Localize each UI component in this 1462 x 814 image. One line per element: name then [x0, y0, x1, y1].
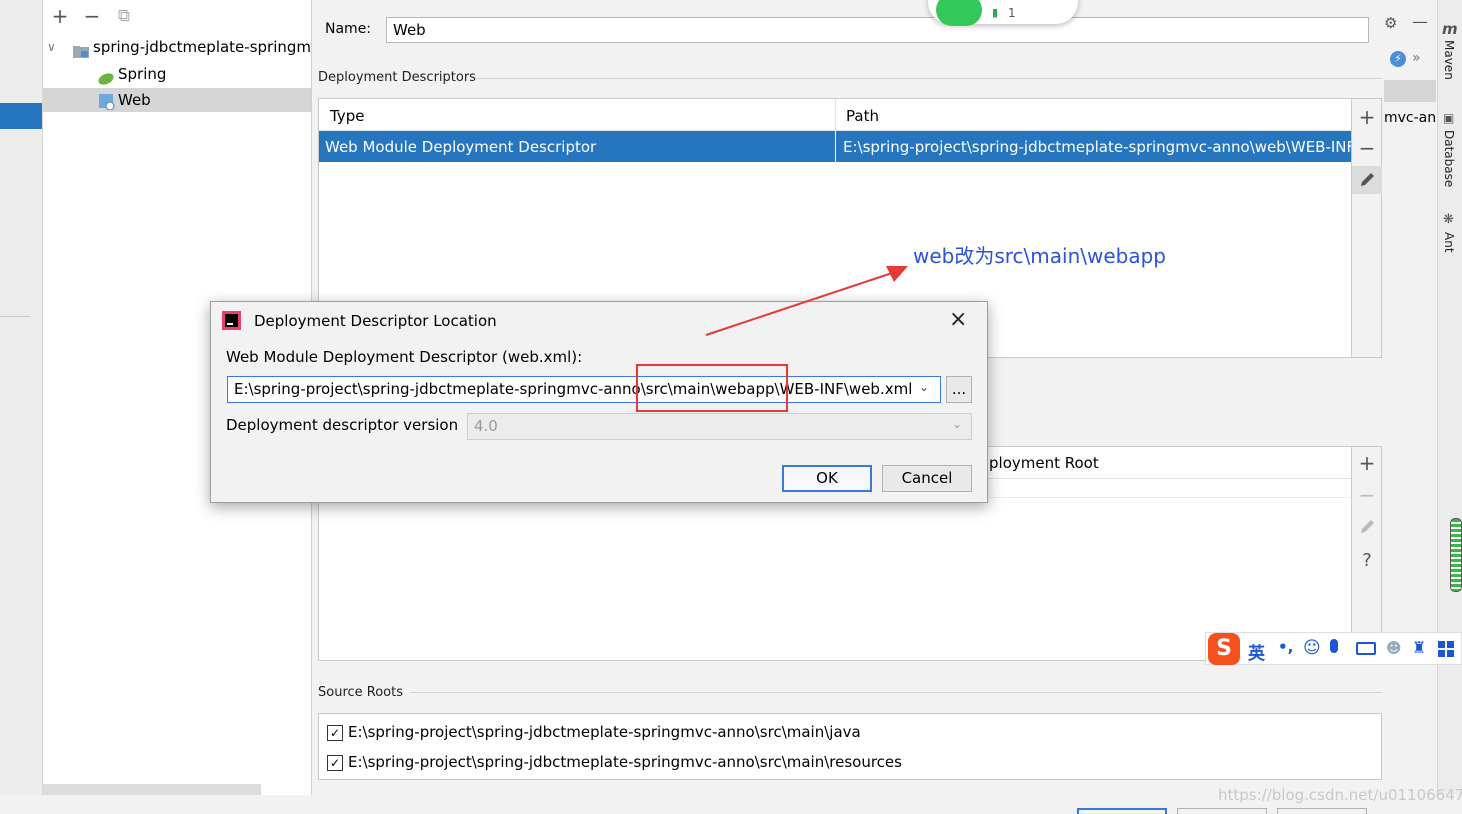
browse-button[interactable]: ... — [946, 376, 972, 403]
chevron-down-icon[interactable]: ∨ — [47, 35, 56, 59]
add-icon[interactable]: + — [49, 6, 71, 26]
intellij-icon — [222, 311, 241, 330]
name-input[interactable]: Web — [386, 17, 1369, 43]
descriptor-path-value: E:\spring-project\spring-jdbctmeplate-sp… — [234, 380, 913, 398]
cancel-button[interactable]: Cancel — [882, 465, 972, 492]
tree-item-label: spring-jdbctmeplate-springmv — [93, 38, 311, 56]
descriptor-table-toolbar: + − — [1351, 99, 1382, 357]
maven-project-label: mvc-ann — [1384, 110, 1445, 126]
notification-count: 1 — [1008, 6, 1016, 20]
deployment-descriptors-title: Deployment Descriptors — [318, 70, 476, 85]
resource-table-toolbar: + − ? — [1351, 447, 1381, 660]
close-icon[interactable]: × — [949, 307, 967, 332]
tree-item-web[interactable]: Web — [43, 88, 311, 112]
highlight-box — [636, 364, 788, 412]
version-label: Deployment descriptor version — [226, 416, 459, 434]
spring-leaf-icon — [97, 68, 115, 86]
row-path-cell: E:\spring-project\spring-jdbctmeplate-sp… — [843, 138, 1351, 156]
annotation-text: web改为src\main\webapp — [913, 244, 1167, 268]
remove-icon[interactable]: − — [81, 6, 103, 26]
toolbox-grid-icon[interactable] — [1438, 641, 1454, 657]
tree-item-module[interactable]: ∨ spring-jdbctmeplate-springmv — [43, 35, 311, 59]
name-label: Name: — [325, 21, 372, 37]
remove-icon[interactable]: − — [1352, 481, 1382, 509]
tree-item-label: Web — [118, 91, 151, 109]
column-header-path[interactable]: Path — [846, 107, 879, 125]
add-icon[interactable]: + — [1352, 103, 1382, 131]
web-module-icon — [99, 93, 115, 112]
floating-notification[interactable]: ▮ 1 — [928, 0, 1078, 26]
more-icon[interactable]: » — [1412, 50, 1421, 66]
tab-ant[interactable]: Ant — [1442, 232, 1456, 253]
maven-icon[interactable]: m — [1442, 20, 1458, 38]
version-select[interactable]: 4.0 — [467, 413, 972, 440]
table-row[interactable]: Web Module Deployment Descriptor E:\spri… — [319, 131, 1351, 162]
table-header: Type Path — [319, 99, 1351, 131]
left-strip-divider — [0, 316, 30, 317]
version-value: 4.0 — [474, 417, 498, 435]
battery-icon: ▮ — [992, 6, 999, 19]
sogou-logo-icon[interactable]: S — [1208, 633, 1240, 665]
annotation-arrow — [705, 266, 908, 336]
lightning-icon[interactable]: ⚡ — [1390, 51, 1406, 67]
memory-indicator — [1450, 518, 1462, 592]
tree-item-spring[interactable]: Spring — [43, 62, 311, 86]
source-roots-title: Source Roots — [318, 685, 404, 700]
ime-language-toggle[interactable]: 英 — [1248, 639, 1265, 664]
column-divider — [835, 131, 836, 162]
maven-panel-fragment: ⚙ — ⚡ » mvc-ann — [1384, 0, 1445, 795]
checkbox[interactable]: ✓ — [327, 755, 343, 771]
descriptor-path-combobox[interactable]: E:\spring-project\spring-jdbctmeplate-sp… — [227, 376, 941, 403]
emoji-icon[interactable]: ☺ — [1303, 638, 1321, 658]
ok-button-partial[interactable] — [1077, 808, 1167, 814]
copy-icon[interactable]: ⧉ — [113, 6, 135, 26]
column-header-type[interactable]: Type — [330, 107, 364, 125]
ant-icon[interactable]: ❋ — [1443, 212, 1454, 227]
source-root-path: E:\spring-project\spring-jdbctmeplate-sp… — [348, 723, 861, 741]
source-roots-list: ✓ E:\spring-project\spring-jdbctmeplate-… — [318, 713, 1382, 780]
apply-button-partial[interactable] — [1277, 808, 1367, 814]
skin-shirt-icon[interactable]: ♜ — [1412, 638, 1426, 657]
ime-toolbar: S 英 •, ☺ ☻ ♜ — [1205, 632, 1462, 665]
ime-punctuation-toggle[interactable]: •, — [1278, 638, 1293, 656]
checkbox[interactable]: ✓ — [327, 725, 343, 741]
user-icon[interactable]: ☻ — [1386, 639, 1402, 657]
folder-icon — [73, 41, 89, 58]
descriptor-path-label: Web Module Deployment Descriptor (web.xm… — [226, 348, 583, 366]
cancel-button-partial[interactable] — [1177, 808, 1267, 814]
maven-selected-row[interactable] — [1384, 80, 1436, 102]
tab-database[interactable]: Database — [1442, 130, 1456, 187]
status-icon — [936, 0, 982, 26]
column-divider — [835, 99, 836, 130]
edit-pencil-icon[interactable] — [1352, 513, 1382, 541]
right-tool-strip: m Maven ▣ Database ❋ Ant — [1437, 0, 1462, 795]
tree-horizontal-scrollbar[interactable] — [43, 784, 261, 795]
tree-item-label: Spring — [118, 65, 167, 83]
keyboard-icon[interactable] — [1356, 642, 1376, 655]
add-icon[interactable]: + — [1352, 449, 1382, 477]
microphone-icon[interactable] — [1330, 639, 1338, 653]
source-root-path: E:\spring-project\spring-jdbctmeplate-sp… — [348, 753, 902, 771]
section-divider — [410, 692, 1382, 693]
left-strip-selection[interactable] — [0, 103, 42, 129]
chevron-down-icon[interactable]: ⌄ — [952, 417, 962, 431]
remove-icon[interactable]: − — [1352, 134, 1382, 162]
section-divider — [475, 78, 1382, 79]
help-icon[interactable]: ? — [1352, 547, 1382, 575]
chevron-down-icon[interactable]: ⌄ — [919, 380, 929, 394]
database-icon[interactable]: ▣ — [1443, 111, 1454, 125]
watermark: https://blog.csdn.net/u011066470 — [1218, 786, 1462, 804]
column-header-deployment-root[interactable]: ployment Root — [989, 454, 1099, 472]
row-type-cell: Web Module Deployment Descriptor — [325, 138, 597, 156]
dialog-title: Deployment Descriptor Location — [254, 312, 497, 330]
gear-icon[interactable]: ⚙ — [1384, 14, 1397, 32]
edit-pencil-icon[interactable] — [1352, 166, 1382, 194]
minimize-icon[interactable]: — — [1412, 12, 1428, 31]
ok-button[interactable]: OK — [782, 465, 872, 492]
tab-maven[interactable]: Maven — [1442, 40, 1456, 80]
